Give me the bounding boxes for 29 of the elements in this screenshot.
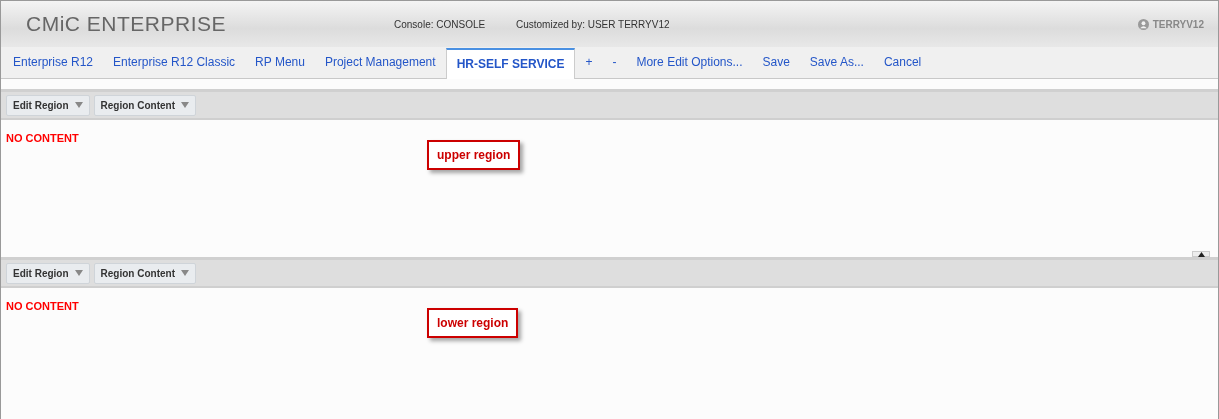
caret-icon [181,270,189,276]
no-content-message: NO CONTENT [6,132,79,144]
dropdown-button[interactable]: Edit Region [6,262,90,284]
logo-text: CMiC ENTERPRISE [26,12,228,36]
console-label: Console: CONSOLE [394,18,487,30]
caret-icon [74,270,83,276]
toolbar-link[interactable]: + [575,48,603,78]
customized-by-label: Customized by: USER TERRYV12 [516,18,670,30]
toolbar-link[interactable]: Save As... [799,48,874,78]
username: TERRYV12 [1152,18,1204,30]
tab[interactable]: Enterprise R12 [3,48,104,78]
toolbar-link[interactable]: More Edit Options... [626,48,753,78]
toolbar-link[interactable]: Cancel [873,48,932,78]
tab[interactable]: HR-SELF SERVICE [445,48,576,79]
tab[interactable]: Enterprise R12 Classic [103,48,246,78]
dropdown-button[interactable]: Edit Region [6,94,90,116]
tab[interactable]: RP Menu [245,48,315,78]
tab[interactable]: Project Management [314,48,446,78]
up-arrow-icon [1197,251,1205,257]
dropdown-button[interactable]: Region Content [93,262,196,284]
caret-icon [74,102,83,108]
dropdown-button[interactable]: Region Content [93,94,196,116]
toolbar-link[interactable]: Save [752,48,800,78]
no-content-message: NO CONTENT [6,300,79,312]
caret-icon [181,102,189,108]
user-icon [1137,18,1149,30]
toolbar-link[interactable]: - [602,48,627,78]
callout-label: upper region [427,140,521,170]
callout-label: lower region [427,308,519,338]
